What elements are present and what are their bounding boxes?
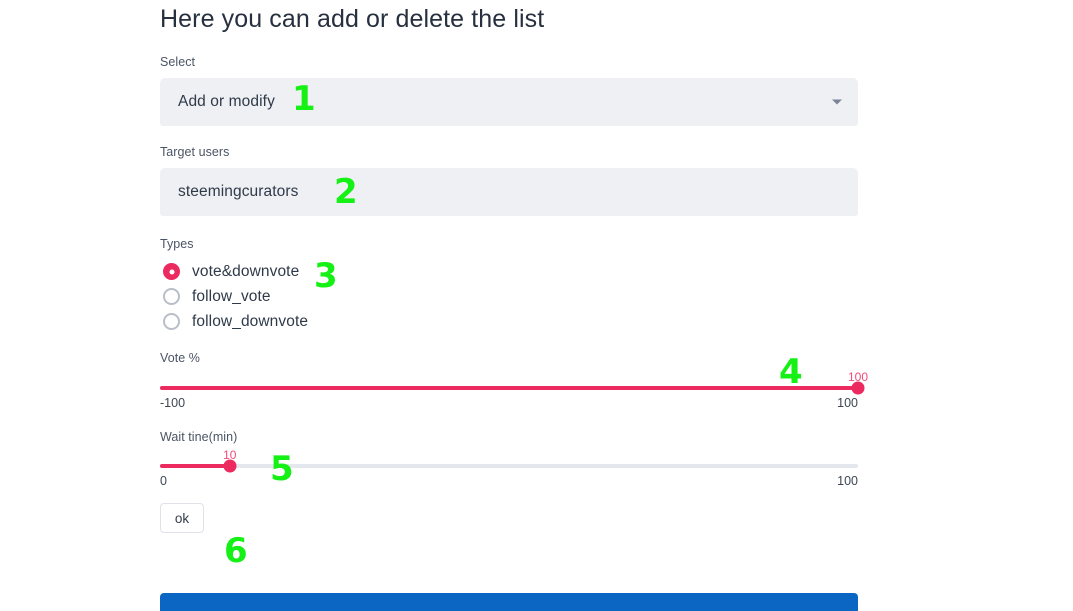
radio-label: follow_vote	[192, 287, 271, 305]
radio-option-vote-downvote[interactable]: vote&downvote	[160, 259, 858, 284]
page-title: Here you can add or delete the list	[160, 5, 545, 33]
wait-slider-track[interactable]	[160, 459, 858, 473]
target-users-label: Target users	[160, 145, 230, 159]
target-users-input[interactable]: steemingcurators	[160, 168, 858, 216]
vote-slider-max-label: 100	[837, 396, 858, 410]
chevron-down-icon[interactable]	[832, 99, 842, 105]
radio-label: vote&downvote	[192, 262, 300, 280]
radio-mark-icon	[163, 313, 180, 330]
app-page: Here you can add or delete the list Sele…	[0, 0, 1073, 611]
vote-slider[interactable]: 100 -100 100	[160, 370, 868, 412]
radio-label: follow_downvote	[192, 312, 309, 330]
bottom-blue-bar[interactable]	[160, 593, 858, 611]
wait-slider-endpoints: 0 100	[160, 474, 858, 490]
annotation-number-6: 6	[224, 531, 248, 571]
wait-slider-fill	[160, 464, 230, 468]
wait-slider-max-label: 100	[837, 474, 858, 488]
select-field-label: Select	[160, 55, 196, 69]
wait-slider[interactable]: 10 0 100	[160, 448, 858, 490]
target-users-value: steemingcurators	[178, 183, 299, 200]
wait-slider-label: Wait tine(min)	[160, 430, 238, 444]
radio-mark-icon	[163, 288, 180, 305]
vote-slider-thumb[interactable]	[851, 381, 865, 395]
wait-slider-thumb[interactable]	[223, 459, 237, 473]
select-field[interactable]: Add or modify	[160, 78, 858, 126]
list-editor-form: Here you can add or delete the list Sele…	[160, 0, 868, 533]
wait-slider-min-label: 0	[160, 474, 167, 488]
vote-slider-fill	[160, 386, 858, 390]
vote-slider-min-label: -100	[160, 396, 186, 410]
vote-slider-track[interactable]	[160, 381, 865, 395]
vote-slider-label: Vote %	[160, 351, 200, 365]
radio-option-follow-downvote[interactable]: follow_downvote	[160, 309, 858, 334]
select-field-value: Add or modify	[178, 93, 275, 110]
types-group-label: Types	[160, 237, 194, 251]
radio-mark-icon	[163, 263, 180, 280]
ok-button[interactable]: ok	[160, 503, 204, 533]
radio-option-follow-vote[interactable]: follow_vote	[160, 284, 858, 309]
vote-slider-endpoints: -100 100	[160, 396, 858, 412]
